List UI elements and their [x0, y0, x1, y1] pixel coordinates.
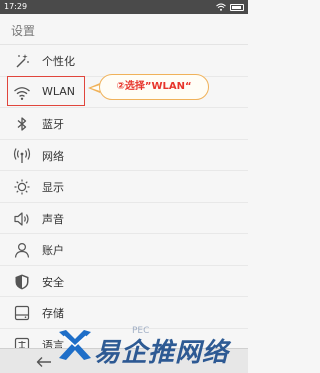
- watermark-logo-icon: [59, 330, 91, 360]
- wlan-highlight-box: [7, 76, 85, 106]
- settings-item-sound[interactable]: 声音: [0, 203, 248, 234]
- settings-item-bluetooth[interactable]: 蓝牙: [0, 108, 248, 140]
- settings-item-display[interactable]: 显示: [0, 171, 248, 203]
- antenna-icon: [13, 147, 31, 165]
- shield-icon: [13, 273, 31, 291]
- settings-item-security[interactable]: 安全: [0, 266, 248, 297]
- back-icon[interactable]: [36, 354, 52, 368]
- person-icon: [13, 241, 31, 259]
- settings-item-label: 存储: [42, 307, 64, 320]
- settings-item-label: 个性化: [42, 55, 75, 68]
- instruction-text: ②选择”WLAN“: [116, 81, 192, 92]
- title-bar: 设置: [0, 14, 248, 45]
- settings-item-label: 显示: [42, 181, 64, 194]
- settings-item-label: 账户: [42, 244, 64, 257]
- settings-item-account[interactable]: 账户: [0, 234, 248, 266]
- magic-wand-icon: [13, 52, 31, 70]
- watermark-text: 易企推网络: [94, 338, 230, 368]
- settings-item-label: 声音: [42, 212, 64, 226]
- watermark: PEC 易企推网络: [56, 324, 248, 370]
- settings-item-label: 安全: [42, 275, 64, 289]
- wifi-status-icon: [216, 3, 226, 11]
- settings-item-personalize[interactable]: 个性化: [0, 45, 248, 77]
- status-time: 17:29: [4, 2, 28, 11]
- page-title: 设置: [11, 24, 36, 38]
- brightness-icon: [13, 178, 31, 196]
- settings-item-label: 网络: [42, 149, 64, 163]
- instruction-callout: ②选择”WLAN“: [99, 74, 209, 100]
- settings-item-network[interactable]: 网络: [0, 140, 248, 171]
- status-bar: 17:29: [0, 0, 248, 14]
- bluetooth-icon: [13, 115, 31, 133]
- settings-item-label: 蓝牙: [42, 118, 64, 131]
- battery-icon: [230, 3, 244, 11]
- speaker-icon: [13, 210, 31, 228]
- storage-icon: [13, 304, 31, 322]
- status-icons: [216, 1, 244, 13]
